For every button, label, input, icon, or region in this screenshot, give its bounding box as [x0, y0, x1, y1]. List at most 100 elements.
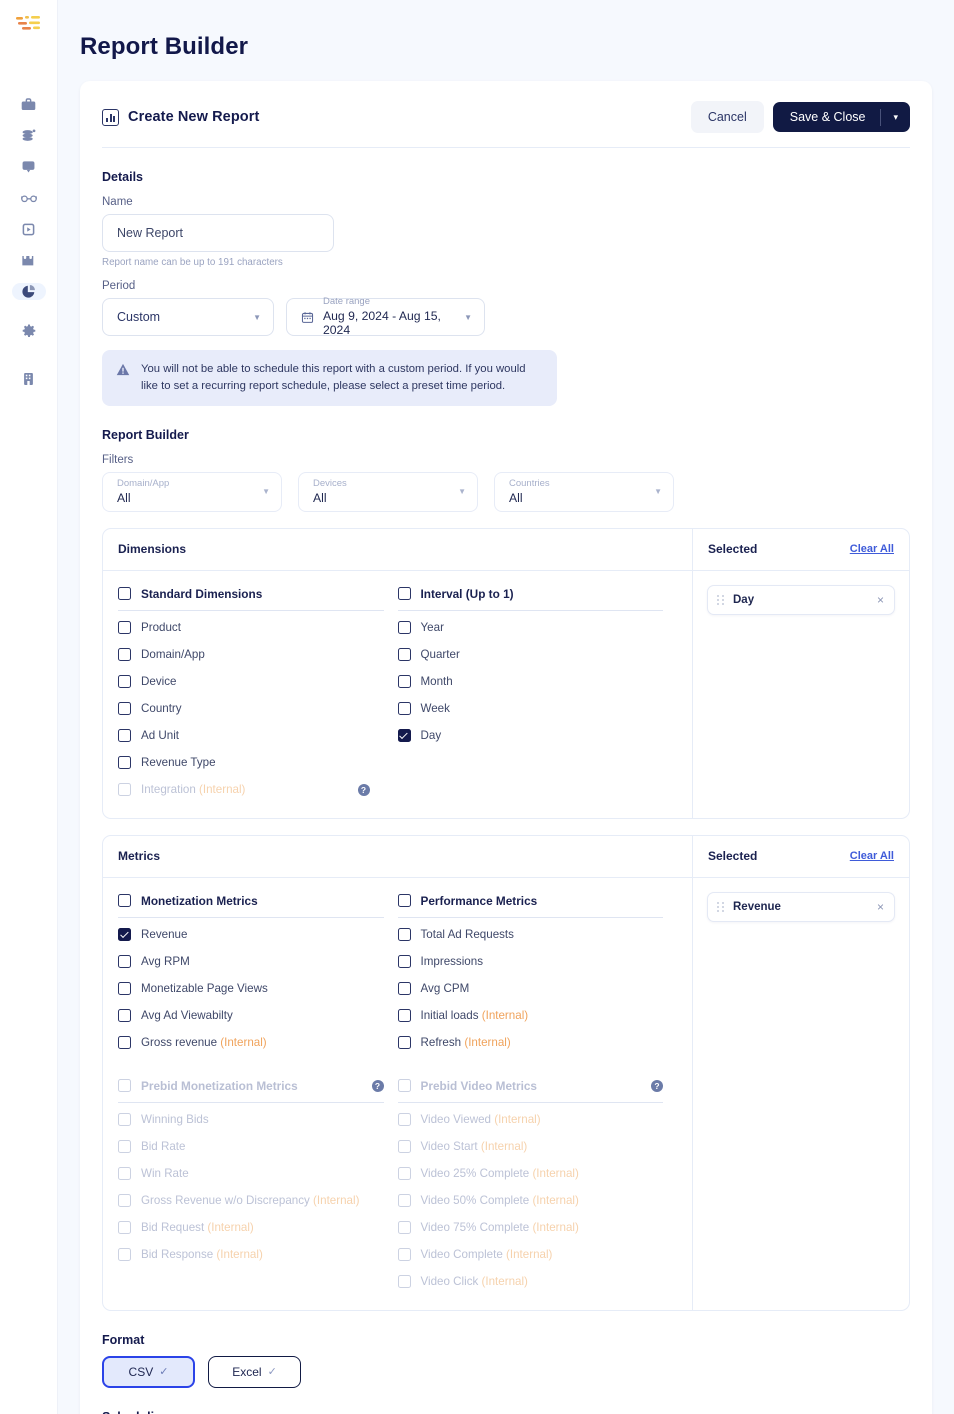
option-row[interactable]: Bid Rate	[118, 1137, 384, 1157]
sidebar-item-chat[interactable]	[12, 158, 46, 175]
close-icon[interactable]: ×	[877, 900, 884, 914]
option-row[interactable]: Day	[397, 726, 664, 746]
save-and-close-button[interactable]: Save & Close ▾	[772, 102, 910, 132]
clear-all-dimensions[interactable]: Clear All	[850, 543, 894, 555]
period-select[interactable]: Custom ▼	[102, 298, 274, 336]
option-row[interactable]: Revenue	[118, 925, 384, 945]
option-checkbox[interactable]	[397, 1248, 411, 1262]
option-row[interactable]: Avg Ad Viewabilty	[118, 1006, 384, 1026]
option-checkbox[interactable]	[397, 702, 411, 716]
option-checkbox[interactable]	[118, 1167, 131, 1181]
option-row[interactable]: Year	[397, 618, 664, 638]
option-row[interactable]: Quarter	[397, 645, 664, 665]
format-option-csv[interactable]: CSV ✓	[102, 1355, 195, 1388]
option-checkbox[interactable]	[118, 729, 131, 743]
option-row[interactable]: Revenue Type	[118, 753, 384, 773]
brand-logo[interactable]	[14, 14, 44, 34]
option-checkbox[interactable]	[118, 1221, 131, 1235]
option-row[interactable]: Week	[397, 699, 664, 719]
option-row[interactable]: Total Ad Requests	[397, 925, 664, 945]
option-checkbox[interactable]	[397, 1009, 411, 1023]
option-checkbox[interactable]	[397, 1140, 411, 1154]
option-checkbox[interactable]	[397, 1194, 411, 1208]
option-row[interactable]: Impressions	[397, 952, 664, 972]
sidebar-item-glasses[interactable]	[12, 189, 46, 207]
option-checkbox[interactable]	[397, 621, 411, 635]
option-row[interactable]: Video Click (Internal)	[397, 1272, 664, 1292]
sidebar-item-reports[interactable]	[11, 283, 46, 300]
option-checkbox[interactable]	[118, 648, 131, 662]
option-checkbox[interactable]	[118, 1248, 131, 1262]
option-row[interactable]: Initial loads (Internal)	[397, 1006, 664, 1026]
option-row[interactable]: Video 25% Complete (Internal)	[397, 1164, 664, 1184]
option-checkbox[interactable]	[118, 1194, 131, 1208]
option-row[interactable]: Integration (Internal)?	[118, 780, 384, 800]
option-row[interactable]: Video 50% Complete (Internal)	[397, 1191, 664, 1211]
option-checkbox[interactable]	[118, 783, 131, 797]
filter-domain-app[interactable]: Domain/App All ▼	[102, 471, 282, 512]
option-checkbox[interactable]	[118, 955, 131, 969]
help-icon[interactable]: ?	[357, 783, 370, 796]
sidebar-item-organization[interactable]	[12, 362, 46, 396]
cancel-button[interactable]: Cancel	[690, 101, 764, 133]
option-checkbox[interactable]	[118, 702, 131, 716]
option-checkbox[interactable]	[118, 1036, 131, 1050]
sidebar-item-play-card[interactable]	[12, 221, 46, 238]
option-row[interactable]: Gross revenue (Internal)	[118, 1033, 384, 1053]
date-range-select[interactable]: Date range Aug 9, 2024 - Aug 15, 2024 ▼	[286, 296, 485, 337]
option-row[interactable]: Video 75% Complete (Internal)	[397, 1218, 664, 1238]
option-checkbox[interactable]	[397, 1113, 411, 1127]
help-icon[interactable]: ?	[651, 1079, 663, 1092]
option-row[interactable]: Monetizable Page Views	[118, 979, 384, 999]
option-checkbox[interactable]	[397, 928, 411, 942]
format-option-excel[interactable]: Excel ✓	[208, 1355, 301, 1388]
option-checkbox[interactable]	[118, 1140, 131, 1154]
close-icon[interactable]: ×	[877, 593, 884, 607]
option-row[interactable]: Gross Revenue w/o Discrepancy (Internal)	[118, 1191, 384, 1211]
option-row[interactable]: Device	[118, 672, 384, 692]
drag-handle-icon[interactable]	[717, 594, 724, 606]
option-checkbox[interactable]	[118, 1009, 131, 1023]
sidebar-item-briefcase[interactable]	[12, 96, 46, 113]
option-row[interactable]: Video Start (Internal)	[397, 1137, 664, 1157]
group-checkbox[interactable]	[118, 1079, 131, 1093]
option-checkbox[interactable]	[397, 648, 411, 662]
option-row[interactable]: Bid Response (Internal)	[118, 1245, 384, 1265]
option-checkbox[interactable]	[118, 621, 131, 635]
option-checkbox[interactable]	[118, 1113, 131, 1127]
report-name-input[interactable]	[102, 214, 334, 252]
dimension-selected-chip[interactable]: Day ×	[707, 584, 895, 615]
group-checkbox[interactable]	[397, 1079, 411, 1093]
option-checkbox[interactable]	[397, 675, 411, 689]
option-row[interactable]: Bid Request (Internal)	[118, 1218, 384, 1238]
option-checkbox[interactable]	[397, 1036, 411, 1050]
filter-countries[interactable]: Countries All ▼	[494, 471, 674, 512]
option-row[interactable]: Product	[118, 618, 384, 638]
option-row[interactable]: Win Rate	[118, 1164, 384, 1184]
clear-all-metrics[interactable]: Clear All	[850, 850, 894, 862]
help-icon[interactable]: ?	[371, 1079, 384, 1092]
option-row[interactable]: Video Complete (Internal)	[397, 1245, 664, 1265]
drag-handle-icon[interactable]	[717, 901, 724, 913]
option-checkbox[interactable]	[118, 928, 131, 942]
option-row[interactable]: Month	[397, 672, 664, 692]
filter-devices[interactable]: Devices All ▼	[298, 471, 478, 512]
option-row[interactable]: Avg RPM	[118, 952, 384, 972]
group-checkbox[interactable]	[397, 587, 411, 601]
option-checkbox[interactable]	[118, 675, 131, 689]
option-checkbox[interactable]	[397, 955, 411, 969]
option-row[interactable]: Refresh (Internal)	[397, 1033, 664, 1053]
option-checkbox[interactable]	[118, 982, 131, 996]
group-checkbox[interactable]	[397, 894, 411, 908]
option-checkbox[interactable]	[118, 756, 131, 770]
option-row[interactable]: Domain/App	[118, 645, 384, 665]
option-checkbox[interactable]	[397, 729, 411, 743]
option-checkbox[interactable]	[397, 1167, 411, 1181]
sidebar-item-puzzle[interactable]	[12, 252, 46, 269]
option-checkbox[interactable]	[397, 1275, 411, 1289]
group-checkbox[interactable]	[118, 587, 131, 601]
sidebar-item-layers[interactable]	[12, 127, 46, 144]
option-row[interactable]: Winning Bids	[118, 1110, 384, 1130]
metric-selected-chip[interactable]: Revenue ×	[707, 891, 895, 922]
group-checkbox[interactable]	[118, 894, 131, 908]
